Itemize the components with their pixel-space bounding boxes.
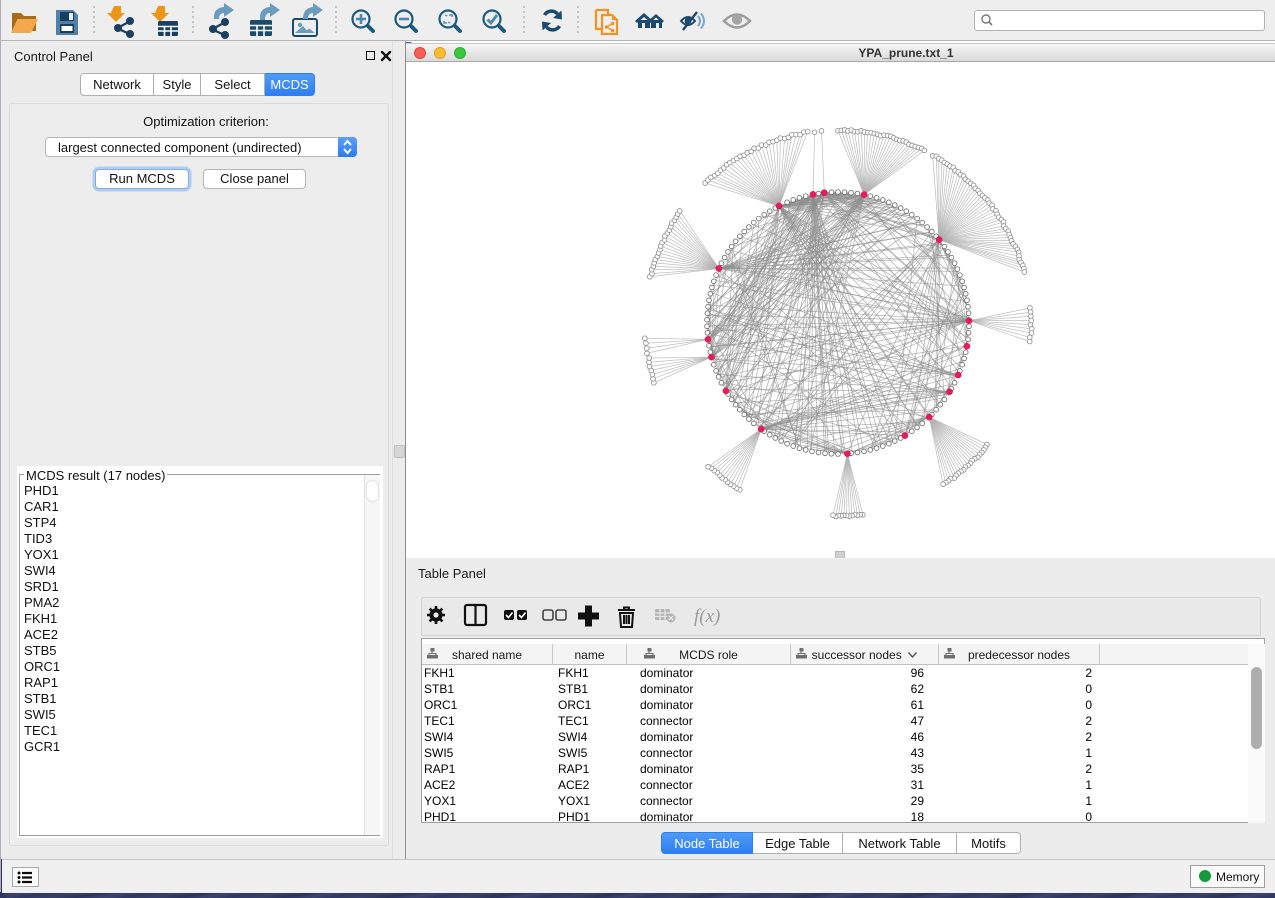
svg-text:f(x): f(x) xyxy=(694,606,720,627)
